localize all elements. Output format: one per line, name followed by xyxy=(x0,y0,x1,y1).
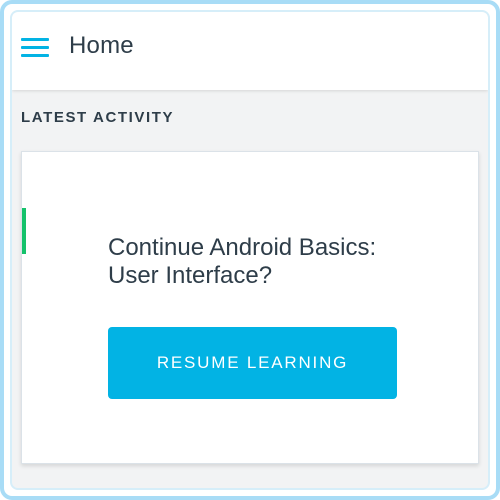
menu-icon-line xyxy=(21,54,49,57)
page-title: Home xyxy=(69,32,134,59)
card-title: Continue Android Basics: User Interface? xyxy=(108,234,377,289)
app-screen: Home LATEST ACTIVITY Continue Android Ba… xyxy=(10,10,490,490)
menu-icon-line xyxy=(21,46,49,49)
activity-card: Continue Android Basics: User Interface?… xyxy=(21,151,479,464)
menu-icon-line xyxy=(21,38,49,41)
card-accent-bar xyxy=(22,208,26,254)
section-label-latest-activity: LATEST ACTIVITY xyxy=(21,109,175,126)
device-frame: Home LATEST ACTIVITY Continue Android Ba… xyxy=(0,0,500,500)
resume-learning-button[interactable]: RESUME LEARNING xyxy=(108,327,397,399)
hamburger-menu-icon[interactable] xyxy=(21,36,51,58)
app-bar: Home xyxy=(12,12,488,90)
